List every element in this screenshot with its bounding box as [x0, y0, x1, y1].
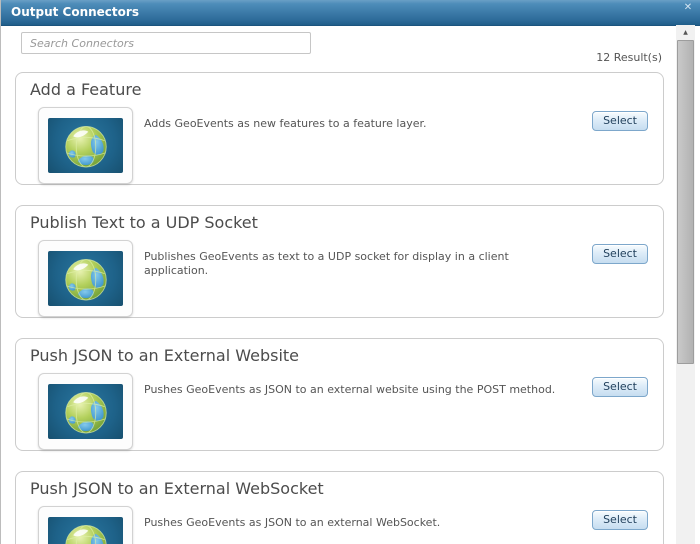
connector-card: Publish Text to a UDP Socket Publishes G…: [15, 205, 664, 318]
close-icon[interactable]: ✕: [681, 1, 695, 14]
connector-description: Pushes GeoEvents as JSON to an external …: [144, 516, 441, 529]
connector-thumbnail: [38, 240, 133, 317]
select-button[interactable]: Select: [592, 244, 648, 264]
output-connectors-dialog: Output Connectors ✕ 12 Result(s) Add a F…: [0, 0, 700, 544]
connector-title: Push JSON to an External Website: [30, 346, 300, 365]
connector-list: Add a Feature Adds GeoEvents as new feat…: [15, 72, 664, 544]
connector-description: Adds GeoEvents as new features to a feat…: [144, 117, 427, 130]
globe-icon: [48, 384, 123, 439]
globe-icon: [48, 251, 123, 306]
connector-description: Pushes GeoEvents as JSON to an external …: [144, 383, 556, 396]
scrollbar-thumb[interactable]: [677, 40, 694, 364]
connector-title: Add a Feature: [30, 80, 142, 99]
dialog-title: Output Connectors: [11, 5, 139, 19]
select-button[interactable]: Select: [592, 111, 648, 131]
connector-card: Add a Feature Adds GeoEvents as new feat…: [15, 72, 664, 185]
connector-thumbnail: [38, 107, 133, 184]
select-button[interactable]: Select: [592, 377, 648, 397]
globe-icon: [48, 118, 123, 173]
globe-icon: [48, 517, 123, 544]
scroll-up-icon[interactable]: ▲: [676, 25, 695, 40]
select-button[interactable]: Select: [592, 510, 648, 530]
connector-card: Push JSON to an External Website Pushes …: [15, 338, 664, 451]
results-count: 12 Result(s): [596, 51, 662, 64]
dialog-header: Output Connectors ✕: [1, 0, 700, 26]
connector-description: Publishes GeoEvents as text to a UDP soc…: [144, 250, 509, 277]
scrollbar-track[interactable]: ▲: [676, 25, 695, 544]
search-input[interactable]: [21, 32, 311, 54]
connector-card: Push JSON to an External WebSocket Pushe…: [15, 471, 664, 544]
connector-thumbnail: [38, 373, 133, 450]
connector-title: Push JSON to an External WebSocket: [30, 479, 324, 498]
connector-thumbnail: [38, 506, 133, 544]
connector-title: Publish Text to a UDP Socket: [30, 213, 258, 232]
